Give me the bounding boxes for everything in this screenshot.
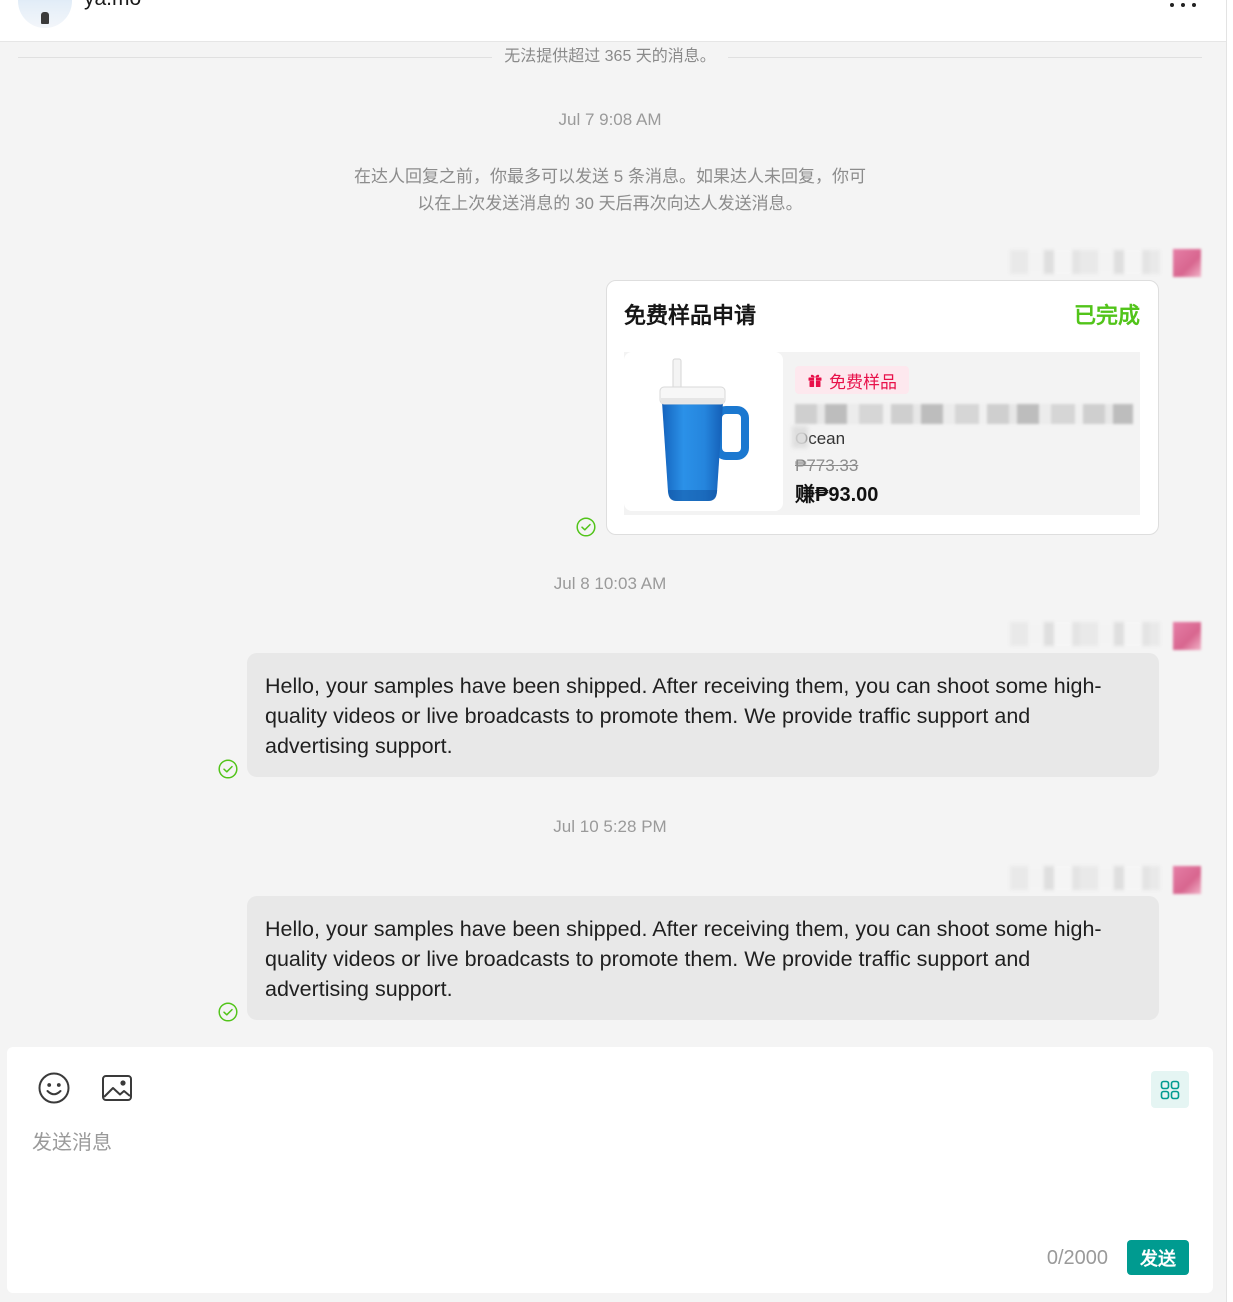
divider xyxy=(18,56,493,58)
message-timestamp: Jul 10 5:28 PM xyxy=(553,817,667,836)
system-message-line: 以在上次发送消息的 30 天后再次向达人发送消息。 xyxy=(417,194,803,213)
more-horizontal-icon[interactable] xyxy=(1170,2,1196,8)
redacted-sender-name xyxy=(1010,250,1160,274)
free-sample-request-card[interactable]: 免费样品申请 已完成 免费样品 Ocean ₱773.33 赚₱93.00 xyxy=(606,280,1159,535)
check-circle-icon xyxy=(218,759,238,779)
contact-avatar[interactable] xyxy=(18,0,72,28)
check-circle-icon xyxy=(576,517,596,537)
tumbler-icon xyxy=(659,358,749,501)
history-notice-text: 无法提供超过 365 天的消息。 xyxy=(504,48,716,65)
character-counter: 0/2000 xyxy=(1046,1247,1108,1269)
message-bubble[interactable]: Hello, your samples have been shipped. A… xyxy=(247,653,1159,777)
sender-avatar xyxy=(1173,622,1201,650)
grid-icon xyxy=(1160,1080,1180,1099)
message-timestamp: Jul 7 9:08 AM xyxy=(558,110,662,129)
more-dot xyxy=(1181,3,1185,7)
redaction-patch xyxy=(792,426,808,448)
message-bubble[interactable]: Hello, your samples have been shipped. A… xyxy=(247,896,1159,1020)
commission-earn: 赚₱93.00 xyxy=(795,484,879,506)
system-message-line: 在达人回复之前，你最多可以发送 5 条消息。如果达人未回复，你可 xyxy=(354,167,866,186)
window-right-edge xyxy=(1226,0,1233,1302)
avatar-figure xyxy=(41,12,49,24)
tumbler-product-image xyxy=(624,352,783,511)
redacted-product-name xyxy=(795,404,1133,424)
image-icon[interactable] xyxy=(101,1074,133,1102)
divider xyxy=(727,56,1202,58)
redacted-sender-name xyxy=(1010,866,1160,890)
send-button[interactable]: 发送 xyxy=(1127,1240,1189,1275)
message-input[interactable] xyxy=(32,1131,1152,1221)
original-price: ₱773.33 xyxy=(795,456,859,475)
message-timestamp: Jul 8 10:03 AM xyxy=(553,574,667,593)
more-dot xyxy=(1170,3,1174,7)
redacted-sender-name xyxy=(1010,622,1160,646)
system-message: 在达人回复之前，你最多可以发送 5 条消息。如果达人未回复，你可 以在上次发送消… xyxy=(18,163,1202,217)
chat-header: ya.mo xyxy=(0,0,1226,42)
emoji-icon[interactable] xyxy=(38,1072,70,1104)
history-notice: 无法提供超过 365 天的消息。 xyxy=(18,46,1202,68)
free-sample-badge: 免费样品 xyxy=(795,366,909,394)
more-dot xyxy=(1192,3,1196,7)
card-title: 免费样品申请 xyxy=(624,303,757,328)
product-summary[interactable]: 免费样品 Ocean ₱773.33 赚₱93.00 xyxy=(624,352,1140,515)
check-circle-icon xyxy=(218,1002,238,1022)
contact-name[interactable]: ya.mo xyxy=(84,0,141,11)
status-badge: 已完成 xyxy=(1073,303,1140,328)
gift-icon xyxy=(808,374,822,387)
apps-grid-button[interactable] xyxy=(1151,1071,1189,1108)
badge-label: 免费样品 xyxy=(829,372,897,392)
message-composer: 0/2000 发送 xyxy=(7,1047,1213,1293)
sender-avatar xyxy=(1173,866,1201,894)
sender-avatar xyxy=(1173,249,1201,277)
